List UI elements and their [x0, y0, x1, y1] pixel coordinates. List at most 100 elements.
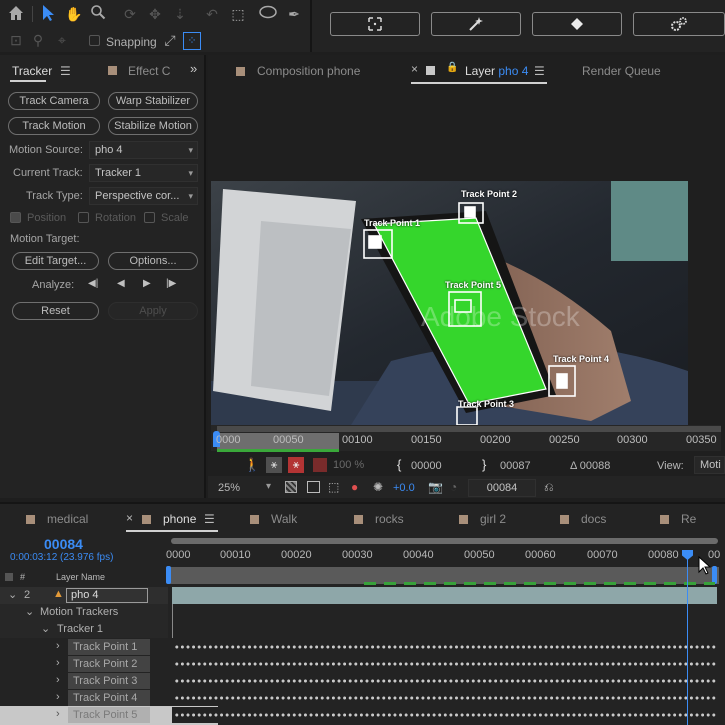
- tab-rocks[interactable]: rocks: [354, 512, 404, 526]
- exposure-value[interactable]: +0.0: [393, 482, 415, 494]
- walk-box-icon[interactable]: ⚹: [266, 457, 282, 473]
- analyze-forward-frame-icon[interactable]: ▶: [143, 278, 151, 289]
- workspace-button-4[interactable]: [633, 12, 725, 36]
- track-point-expand-icon[interactable]: ›: [56, 657, 60, 669]
- timeline-tab-menu-icon[interactable]: ☰: [204, 512, 215, 526]
- work-area-start[interactable]: [166, 566, 171, 584]
- go-to-frame-icon[interactable]: ⎌: [544, 480, 554, 495]
- track-point-keyframes[interactable]: [172, 656, 717, 672]
- stabilize-motion-button[interactable]: Stabilize Motion: [108, 117, 198, 135]
- tab-medical[interactable]: medical: [26, 512, 88, 526]
- track-point-keyframes[interactable]: [172, 673, 717, 689]
- layer-duration-bar[interactable]: [172, 587, 717, 604]
- view-dropdown[interactable]: Moti: [694, 456, 725, 474]
- toggle-transparency-icon[interactable]: [285, 481, 297, 493]
- analyze-back-frame-icon[interactable]: ◀: [117, 278, 125, 289]
- motion-source-dropdown[interactable]: pho 4 ▾: [89, 141, 198, 159]
- pan-behind-tool-icon[interactable]: ⬚: [228, 4, 248, 24]
- tab-layer[interactable]: Layer pho 4: [465, 64, 528, 78]
- close-icon[interactable]: ×: [126, 511, 133, 525]
- reset-button[interactable]: Reset: [12, 302, 99, 320]
- edit-target-button[interactable]: Edit Target...: [12, 252, 99, 270]
- pan-tool-icon[interactable]: ✥: [145, 4, 165, 24]
- track-point-expand-icon[interactable]: ›: [56, 640, 60, 652]
- tab-effect-controls[interactable]: Effect C: [128, 64, 170, 78]
- position-checkbox[interactable]: [10, 212, 21, 223]
- channel-icon[interactable]: ●: [351, 480, 358, 494]
- tab-walk[interactable]: Walk: [250, 512, 297, 526]
- transparency-grid-icon[interactable]: [313, 458, 327, 472]
- dolly-tool-icon[interactable]: ⇣: [170, 4, 190, 24]
- walk-icon[interactable]: 🚶: [244, 457, 260, 473]
- brush-tool-icon[interactable]: ⊡: [6, 30, 26, 50]
- magnification-chevron-icon[interactable]: ▾: [266, 481, 271, 492]
- tracker-expand-icon[interactable]: ⌄: [41, 622, 50, 635]
- current-track-dropdown[interactable]: Tracker 1 ▾: [89, 164, 198, 182]
- layer-name-box[interactable]: pho 4: [66, 588, 148, 603]
- layer-expand-icon[interactable]: ⌄: [8, 588, 17, 601]
- track-point-keyframes[interactable]: [172, 707, 717, 723]
- ellipse-tool-icon[interactable]: [258, 4, 278, 24]
- track-point-row-label[interactable]: Track Point 1: [68, 639, 150, 655]
- track-point-row-label[interactable]: Track Point 4: [68, 690, 150, 706]
- current-time-display[interactable]: 00084: [44, 536, 83, 552]
- tab-render-queue[interactable]: Render Queue: [582, 64, 661, 78]
- out-point-bracket-icon[interactable]: }: [482, 457, 486, 472]
- panel-overflow-icon[interactable]: »: [190, 61, 197, 76]
- lock-icon[interactable]: 🔒: [446, 62, 458, 73]
- zoom-tool-icon[interactable]: [88, 4, 108, 24]
- tab-girl-2[interactable]: girl 2: [459, 512, 506, 526]
- show-snapshot-icon[interactable]: ◔: [450, 480, 457, 494]
- warp-stabilizer-button[interactable]: Warp Stabilizer: [108, 92, 198, 110]
- current-frame-field[interactable]: 00084: [468, 479, 536, 497]
- tracker-menu-icon[interactable]: ☰: [60, 64, 71, 78]
- in-point-value[interactable]: 00000: [411, 460, 442, 472]
- red-toggle-icon[interactable]: ⚹: [288, 457, 304, 473]
- track-type-dropdown[interactable]: Perspective cor... ▾: [89, 187, 198, 205]
- snap-edge-icon[interactable]: ⤢: [160, 30, 180, 50]
- safe-margins-icon[interactable]: [307, 481, 320, 493]
- tab-docs[interactable]: docs: [560, 512, 606, 526]
- pen-tool-icon[interactable]: ✒: [284, 4, 304, 24]
- tab-composition[interactable]: Composition phone: [236, 64, 360, 78]
- region-of-interest-icon[interactable]: ⬚: [328, 480, 339, 494]
- timeline-navigator-bar[interactable]: [171, 538, 718, 544]
- track-camera-button[interactable]: Track Camera: [8, 92, 100, 110]
- in-point-bracket-icon[interactable]: {: [397, 457, 401, 472]
- hand-tool-icon[interactable]: ✋: [64, 4, 84, 24]
- track-point-expand-icon[interactable]: ›: [56, 708, 60, 720]
- magnification-value[interactable]: 25%: [218, 482, 240, 494]
- tab-render[interactable]: Re: [660, 512, 696, 526]
- tab-tracker[interactable]: Tracker: [12, 64, 52, 78]
- selection-tool-icon[interactable]: [38, 4, 58, 24]
- track-point-row-label[interactable]: Track Point 5: [68, 707, 150, 723]
- roto-tool-icon[interactable]: ⌖: [52, 30, 72, 50]
- track-point-keyframes[interactable]: [172, 639, 717, 655]
- tab-phone[interactable]: phone: [142, 512, 196, 526]
- workspace-button-1[interactable]: [330, 12, 420, 36]
- track-motion-button[interactable]: Track Motion: [8, 117, 100, 135]
- options-button[interactable]: Options...: [108, 252, 198, 270]
- close-icon[interactable]: ×: [411, 62, 418, 76]
- rotate-tool-icon[interactable]: ↶: [202, 4, 222, 24]
- snap-feature-icon[interactable]: ⁘: [183, 32, 201, 50]
- snapshot-camera-icon[interactable]: 📷: [428, 480, 443, 494]
- analyze-forward-all-icon[interactable]: |▶: [166, 278, 176, 289]
- workspace-button-3[interactable]: [532, 12, 622, 36]
- track-point-expand-icon[interactable]: ›: [56, 691, 60, 703]
- work-area-bar[interactable]: [217, 426, 721, 432]
- puppet-tool-icon[interactable]: ⚲: [28, 30, 48, 50]
- track-point-expand-icon[interactable]: ›: [56, 674, 60, 686]
- out-point-value[interactable]: 00087: [500, 460, 531, 472]
- layer-tab-menu-icon[interactable]: ☰: [534, 64, 545, 78]
- rotation-checkbox[interactable]: [78, 212, 89, 223]
- track-point-keyframes[interactable]: [172, 690, 717, 706]
- orbit-tool-icon[interactable]: ⟳: [120, 4, 140, 24]
- workspace-button-2[interactable]: [431, 12, 521, 36]
- color-management-icon[interactable]: ✺: [373, 480, 383, 494]
- layer-name-column-header[interactable]: Layer Name: [56, 572, 105, 582]
- track-point-row-label[interactable]: Track Point 3: [68, 673, 150, 689]
- scale-checkbox[interactable]: [144, 212, 155, 223]
- track-point-row-label[interactable]: Track Point 2: [68, 656, 150, 672]
- motion-trackers-expand-icon[interactable]: ⌄: [25, 605, 34, 618]
